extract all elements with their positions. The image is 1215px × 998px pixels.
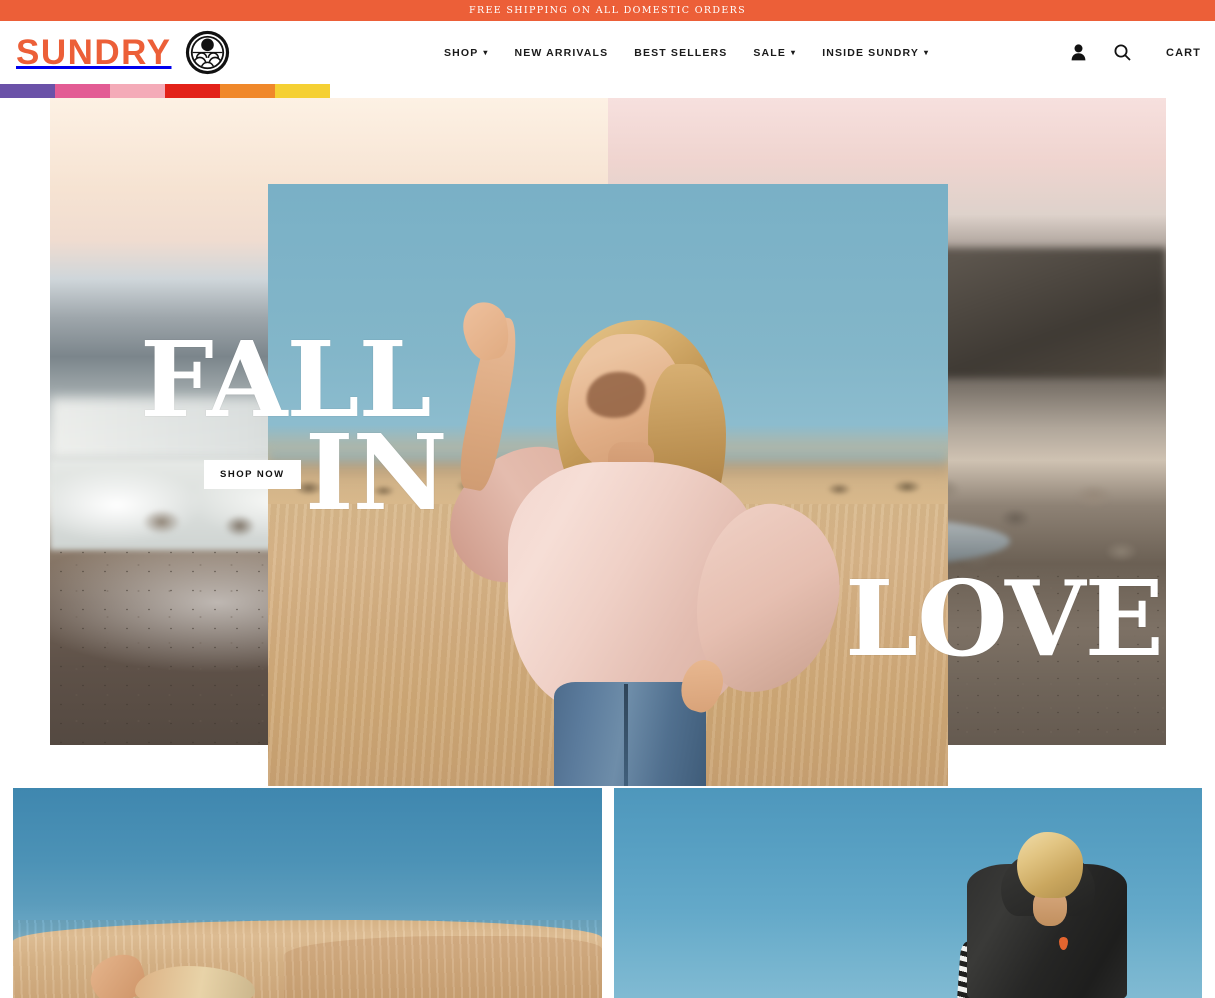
chevron-down-icon: ▾ [791, 47, 797, 57]
announcement-bar: FREE SHIPPING ON ALL DOMESTIC ORDERS [0, 0, 1215, 21]
main-navigation: SHOP ▾ NEW ARRIVALS BEST SELLERS SALE ▾ … [444, 21, 929, 84]
search-icon[interactable] [1112, 43, 1132, 63]
nav-item-best-sellers[interactable]: BEST SELLERS [634, 47, 727, 59]
person-icon[interactable] [1068, 43, 1088, 63]
stripe-swatch-orange [220, 84, 275, 98]
model-hair [1017, 832, 1084, 898]
site-header: SUNDRY SHOP ▾ NEW ARRIVALS BEST SELLERS … [0, 21, 1215, 84]
chevron-down-icon: ▾ [924, 47, 930, 57]
cart-button[interactable]: CART [1166, 47, 1201, 59]
nav-item-label: BEST SELLERS [634, 46, 728, 59]
promo-tile-right[interactable] [613, 788, 1202, 998]
nav-item-label: INSIDE SUNDRY [822, 46, 920, 59]
stripe-swatch-yellow [275, 84, 330, 98]
header-actions: CART [1068, 21, 1201, 84]
nav-item-label: SALE [753, 46, 787, 59]
nav-item-shop[interactable]: SHOP ▾ [444, 47, 489, 59]
model-figure [268, 184, 948, 786]
model-desert-pink-top-photo [268, 184, 948, 786]
sun-wave-badge-icon [185, 30, 230, 75]
model-jeans-fly [624, 684, 628, 786]
stripe-swatch-purple [0, 84, 55, 98]
nav-item-sale[interactable]: SALE ▾ [753, 47, 796, 59]
nav-item-label: SHOP [444, 46, 479, 59]
brand-logo-link[interactable]: SUNDRY [0, 30, 230, 75]
chevron-down-icon: ▾ [483, 47, 489, 57]
stripe-swatch-light-pink [110, 84, 165, 98]
promo-tiles [0, 788, 1215, 998]
hero-section: FALL IN LOVE SHOP NOW [0, 98, 1215, 788]
stripe-swatch-red [165, 84, 220, 98]
stripe-swatch-pink [55, 84, 110, 98]
nav-item-inside-sundry[interactable]: INSIDE SUNDRY ▾ [822, 47, 929, 59]
model-figure [943, 832, 1143, 998]
nav-item-new-arrivals[interactable]: NEW ARRIVALS [515, 47, 609, 59]
shop-now-button[interactable]: SHOP NOW [204, 460, 301, 489]
announcement-text: FREE SHIPPING ON ALL DOMESTIC ORDERS [469, 5, 746, 16]
color-stripe [0, 84, 330, 98]
brand-wordmark: SUNDRY [16, 33, 172, 72]
promo-tile-left[interactable] [13, 788, 602, 998]
nav-item-label: NEW ARRIVALS [514, 46, 609, 59]
